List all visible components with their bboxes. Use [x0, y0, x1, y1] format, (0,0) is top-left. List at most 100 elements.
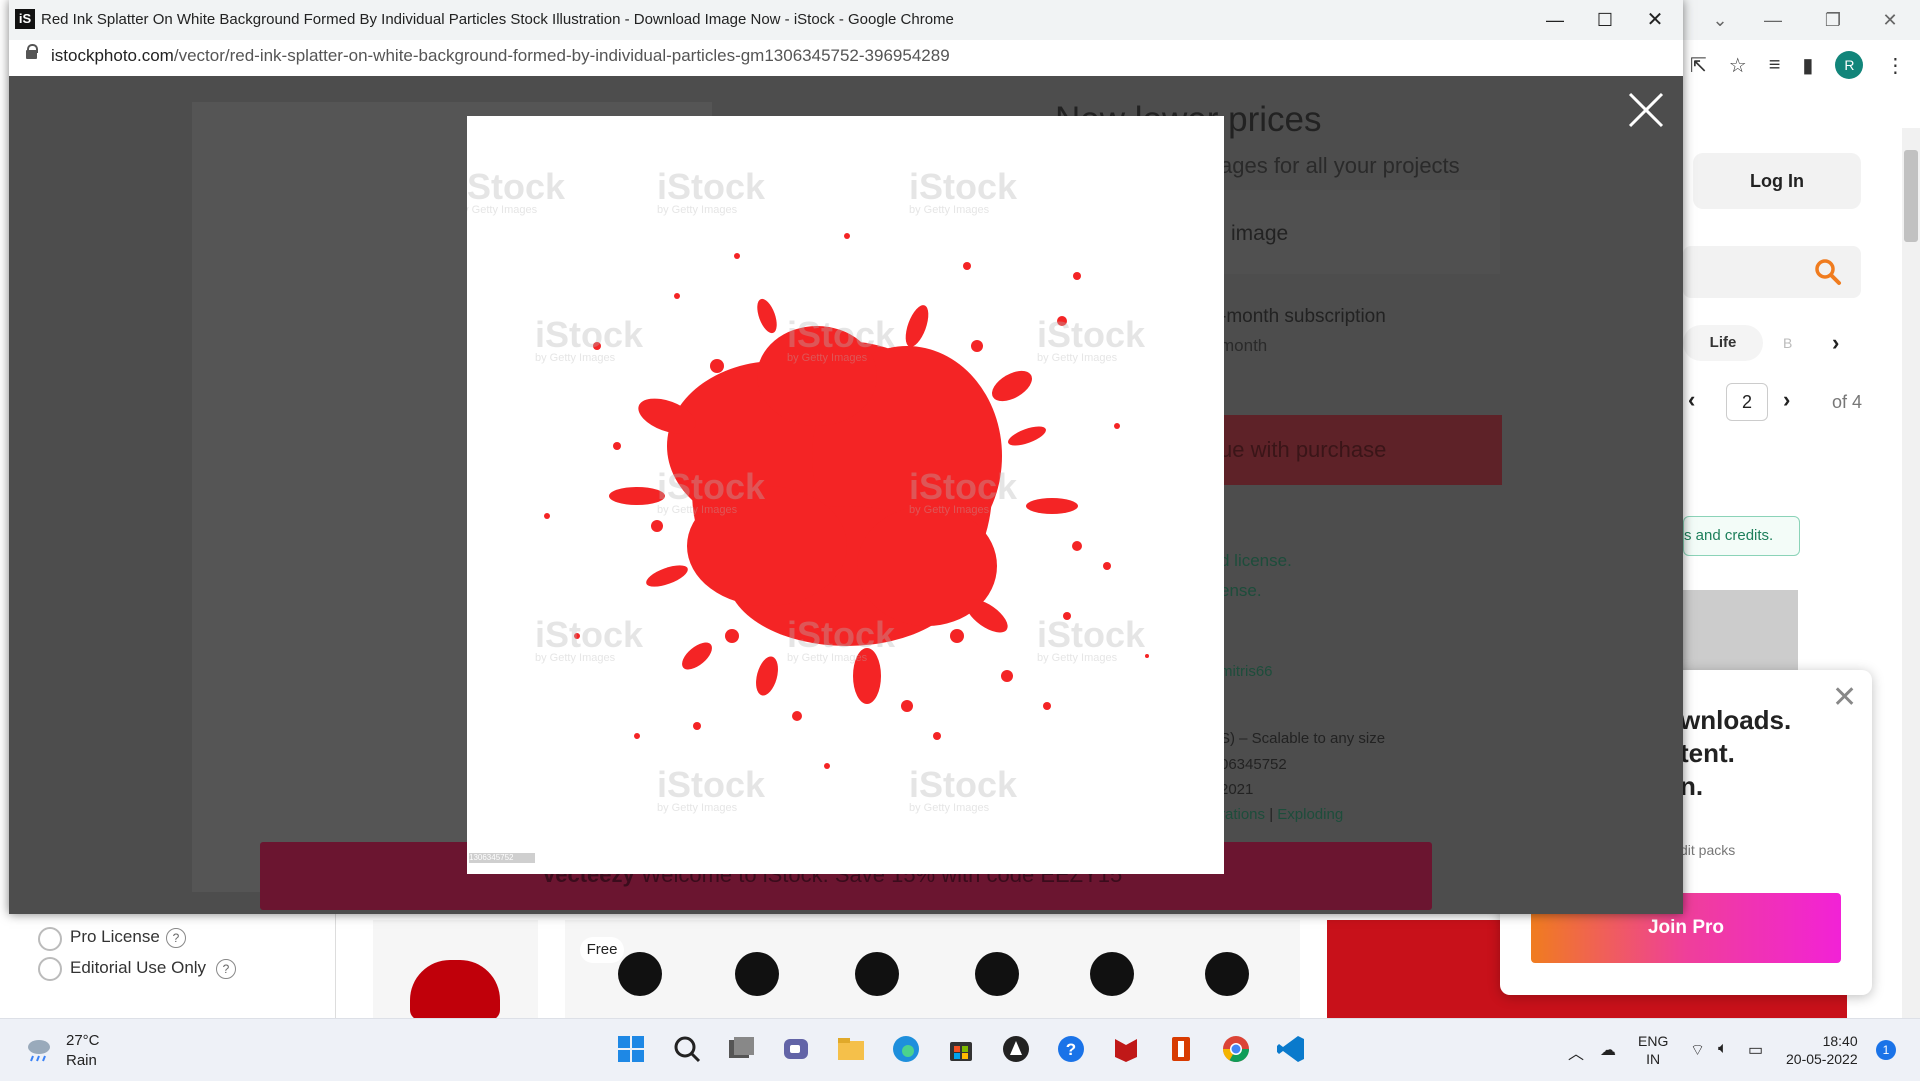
- maximize-button[interactable]: ☐: [1585, 6, 1625, 34]
- black-splatter-image: [618, 952, 662, 996]
- dimmed-price-sub: ages for all your projects: [1220, 153, 1460, 178]
- watermark: iStockby Getty Images: [787, 314, 895, 364]
- language-code: ENG: [1638, 1033, 1669, 1049]
- onedrive-icon[interactable]: ☁: [1600, 1040, 1616, 1060]
- chevron-up-icon[interactable]: ︿: [1568, 1040, 1584, 1064]
- editorial-use-label: Editorial Use Only: [70, 958, 207, 977]
- watermark-text: iStock: [1037, 314, 1146, 355]
- dimmed-tags: rations | Exploding: [1220, 806, 1343, 823]
- reading-list-icon[interactable]: ≡: [1769, 54, 1781, 77]
- dimmed-option-image: image: [1231, 222, 1289, 245]
- dimmed-subscription: -month subscription: [1220, 306, 1386, 327]
- popup-headline: wnloads. tent. n.: [1680, 704, 1791, 803]
- star-icon[interactable]: ☆: [1729, 53, 1747, 78]
- url-path: /vector/red-ink-splatter-on-white-backgr…: [173, 46, 950, 65]
- pager-next-icon[interactable]: ›: [1783, 387, 1790, 413]
- login-button[interactable]: Log In: [1693, 153, 1861, 209]
- windows-start-icon[interactable]: [615, 1033, 647, 1065]
- restore-icon[interactable]: ❐: [1813, 6, 1853, 34]
- close-icon[interactable]: ✕: [1832, 680, 1857, 715]
- pager-prev-icon[interactable]: ‹: [1688, 387, 1695, 413]
- image-id-badge: 1306345752: [469, 853, 535, 863]
- svg-text:?: ?: [1066, 1040, 1076, 1059]
- dimmed-scalable: S) – Scalable to any size: [1220, 730, 1386, 747]
- scrollbar[interactable]: [1902, 128, 1920, 1018]
- file-explorer-icon[interactable]: [835, 1033, 867, 1065]
- free-badge: Free: [580, 937, 624, 963]
- page-number-input[interactable]: 2: [1726, 383, 1768, 421]
- watermark-text: iStock: [657, 764, 766, 805]
- volume-icon[interactable]: 🔈︎: [1718, 1040, 1728, 1058]
- black-splatter-image: [735, 952, 779, 996]
- dimmed-author: mitris66: [1220, 663, 1273, 680]
- more-menu-icon[interactable]: ⋮: [1885, 53, 1905, 78]
- close-icon[interactable]: [1626, 90, 1666, 130]
- watermark-text: iStock: [787, 614, 896, 655]
- sidebar-divider: [335, 910, 336, 1020]
- vscode-icon[interactable]: [1275, 1033, 1307, 1065]
- black-splatter-image: [975, 952, 1019, 996]
- minimize-icon[interactable]: —: [1753, 6, 1793, 34]
- close-icon[interactable]: ✕: [1870, 6, 1910, 34]
- watermark: iStockby Getty Images: [1037, 614, 1145, 664]
- notification-badge[interactable]: 1: [1876, 1040, 1896, 1060]
- dimmed-continue-label: ue with purchase: [1220, 437, 1387, 462]
- related-thumbnail[interactable]: [1683, 590, 1798, 670]
- search-icon[interactable]: [1814, 258, 1842, 286]
- url-text[interactable]: istockphoto.com/vector/red-ink-splatter-…: [51, 46, 950, 66]
- time: 18:40: [1822, 1033, 1858, 1049]
- chevron-right-icon[interactable]: ›: [1832, 325, 1839, 361]
- pro-license-radio[interactable]: [38, 927, 62, 951]
- popup-line: wnloads.: [1680, 705, 1792, 735]
- office-icon[interactable]: [1165, 1033, 1197, 1065]
- watermark-text: iStock: [657, 466, 766, 507]
- watermark: iStockby Getty Images: [909, 466, 1017, 516]
- tag-pill-b[interactable]: B: [1783, 325, 1823, 361]
- black-splatter-image: [855, 952, 899, 996]
- help-icon[interactable]: ?: [166, 928, 186, 948]
- tag-separator: |: [1269, 806, 1274, 823]
- teams-chat-icon[interactable]: [780, 1033, 812, 1065]
- watermark: iStockby Getty Images: [467, 166, 565, 216]
- chrome-icon[interactable]: [1220, 1033, 1252, 1065]
- avatar[interactable]: R: [1835, 51, 1864, 79]
- language-indicator[interactable]: ENG IN: [1638, 1032, 1668, 1068]
- dimmed-year: 2021: [1220, 781, 1254, 798]
- weather-desc[interactable]: Rain: [66, 1052, 97, 1069]
- task-view-icon[interactable]: [725, 1033, 757, 1065]
- help-icon[interactable]: ?: [1055, 1033, 1087, 1065]
- wifi-icon[interactable]: ⌔: [1690, 1040, 1705, 1060]
- clock[interactable]: 18:40 20-05-2022: [1786, 1032, 1858, 1068]
- rain-cloud-icon[interactable]: [24, 1034, 54, 1064]
- close-window-button[interactable]: ✕: [1635, 6, 1675, 34]
- page-count-label: of 4: [1832, 392, 1863, 412]
- search-icon[interactable]: [671, 1033, 703, 1065]
- edge-browser-icon[interactable]: [890, 1033, 922, 1065]
- scrollbar-thumb[interactable]: [1904, 150, 1918, 242]
- app-icon[interactable]: [1000, 1033, 1032, 1065]
- minimize-button[interactable]: —: [1535, 6, 1575, 34]
- mcafee-icon[interactable]: [1110, 1033, 1142, 1065]
- watermark: iStockby Getty Images: [535, 614, 643, 664]
- popup-line: n.: [1680, 771, 1704, 801]
- result-thumbnail[interactable]: [565, 920, 1300, 1020]
- dimmed-tag: Exploding: [1277, 806, 1344, 823]
- share-icon[interactable]: ⇱: [1690, 53, 1707, 78]
- lock-icon[interactable]: [26, 50, 37, 59]
- istock-favicon-icon: iS: [15, 9, 35, 29]
- tag-pill-life[interactable]: Life: [1683, 325, 1763, 361]
- weather-temp[interactable]: 27°C: [66, 1032, 100, 1049]
- store-icon[interactable]: [945, 1033, 977, 1065]
- credits-pill[interactable]: s and credits.: [1683, 516, 1800, 556]
- chevron-down-icon[interactable]: ⌄: [1700, 6, 1740, 34]
- help-icon[interactable]: ?: [216, 959, 236, 979]
- popup-small-text: dit packs: [1680, 842, 1736, 858]
- watermark: iStockby Getty Images: [787, 614, 895, 664]
- window-title: Red Ink Splatter On White Background For…: [41, 11, 954, 28]
- side-panel-icon[interactable]: ▮: [1802, 53, 1813, 78]
- editorial-use-radio[interactable]: [38, 957, 62, 981]
- watermark-text: iStock: [909, 166, 1018, 207]
- url-domain: istockphoto.com: [51, 46, 174, 65]
- battery-icon[interactable]: ▭: [1748, 1040, 1763, 1060]
- watermark: iStockby Getty Images: [535, 314, 643, 364]
